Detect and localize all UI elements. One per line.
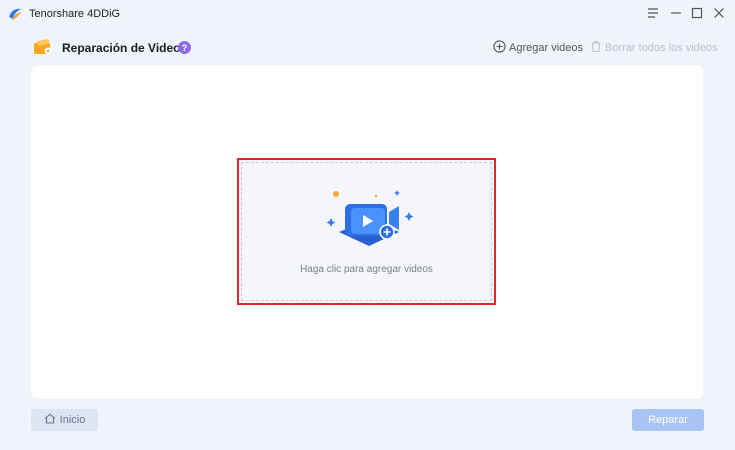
- page-header: Reparación de Videos ? Agregar videos Bo…: [0, 34, 735, 62]
- home-icon: [44, 413, 56, 427]
- trash-icon: [590, 40, 602, 56]
- video-upload-icon: [323, 188, 415, 256]
- video-repair-icon: [33, 38, 53, 56]
- minimize-icon[interactable]: [666, 4, 686, 22]
- app-logo-icon: [7, 6, 23, 22]
- drop-zone-label: Haga clic para agregar videos: [300, 264, 433, 275]
- repair-button-label: Reparar: [648, 414, 688, 426]
- home-button[interactable]: Inicio: [31, 409, 98, 431]
- title-bar: Tenorshare 4DDiG: [0, 0, 735, 28]
- page-title: Reparación de Videos: [62, 41, 188, 55]
- home-button-label: Inicio: [59, 414, 86, 426]
- maximize-icon[interactable]: [687, 4, 707, 22]
- add-videos-label: Agregar videos: [509, 42, 583, 54]
- app-title: Tenorshare 4DDiG: [29, 8, 121, 20]
- help-icon[interactable]: ?: [178, 41, 191, 54]
- close-icon[interactable]: [709, 4, 729, 22]
- plus-circle-icon: [493, 40, 506, 56]
- main-panel: Haga clic para agregar videos: [31, 66, 703, 398]
- menu-icon[interactable]: [643, 4, 663, 22]
- add-videos-drop-zone[interactable]: Haga clic para agregar videos: [237, 158, 496, 305]
- clear-videos-label: Borrar todos los videos: [605, 42, 718, 54]
- clear-all-videos-button[interactable]: Borrar todos los videos: [590, 40, 718, 56]
- add-videos-button[interactable]: Agregar videos: [493, 40, 583, 56]
- repair-button[interactable]: Reparar: [632, 409, 704, 431]
